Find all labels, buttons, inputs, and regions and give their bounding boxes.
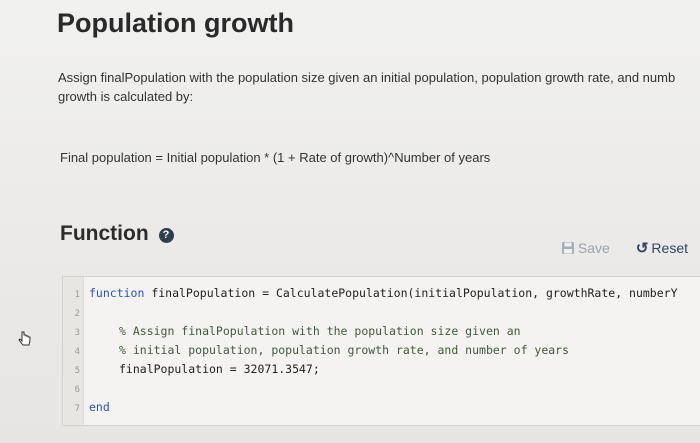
code-line[interactable]: 7 end: [63, 398, 110, 416]
code-keyword: function: [89, 286, 145, 300]
code-text: finalPopulation = 32071.3547;: [119, 362, 320, 376]
code-comment: % initial population, population growth …: [119, 343, 570, 357]
reset-button-label: Reset: [651, 240, 688, 256]
code-line[interactable]: 1 function finalPopulation = CalculatePop…: [63, 284, 678, 302]
page-title: Population growth: [57, 8, 294, 38]
code-line[interactable]: 2: [63, 303, 89, 321]
line-number: 5: [74, 366, 80, 376]
formula-text: Final population = Initial population * …: [60, 150, 491, 165]
code-keyword: end: [89, 400, 110, 414]
code-text: finalPopulation = CalculatePopulation(in…: [144, 286, 678, 300]
save-button[interactable]: Save: [561, 240, 610, 256]
code-line[interactable]: 3 % Assign finalPopulation with the popul…: [63, 322, 521, 340]
problem-description: Assign finalPopulation with the populati…: [58, 68, 700, 106]
function-title-label: Function: [60, 222, 149, 245]
save-button-label: Save: [577, 240, 610, 256]
description-line-1: Assign finalPopulation with the populati…: [58, 70, 676, 85]
mouse-pointer-icon: [18, 331, 31, 346]
reset-button[interactable]: ↺ Reset: [636, 240, 688, 256]
line-number: 4: [74, 347, 80, 357]
editor-toolbar: Save ↺ Reset: [561, 240, 688, 256]
code-line[interactable]: 5 finalPopulation = 32071.3547;: [63, 360, 320, 378]
floppy-disk-icon: [561, 242, 574, 254]
function-section-title: Function ?: [60, 222, 174, 246]
code-line[interactable]: 4 % initial population, population growth…: [63, 341, 569, 359]
code-line[interactable]: 6: [63, 379, 89, 397]
description-line-2: growth is calculated by:: [58, 89, 194, 104]
line-number: 1: [74, 290, 80, 300]
info-circle-icon[interactable]: ?: [158, 228, 174, 243]
reset-arrow-icon: ↺: [635, 239, 649, 257]
code-editor[interactable]: 1 function finalPopulation = CalculatePop…: [62, 276, 700, 426]
line-number: 6: [74, 385, 80, 395]
line-number: 2: [74, 309, 80, 319]
line-number: 7: [74, 404, 80, 414]
line-number: 3: [74, 328, 80, 338]
code-comment: % Assign finalPopulation with the popula…: [119, 324, 521, 338]
